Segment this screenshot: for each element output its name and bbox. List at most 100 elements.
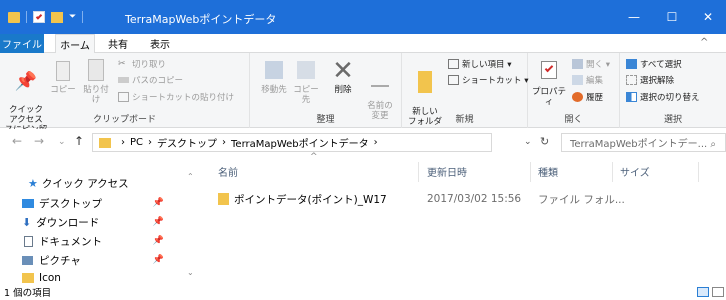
breadcrumb-pc[interactable]: PC — [130, 137, 143, 148]
tab-view[interactable]: 表示 — [142, 34, 178, 53]
select-none-icon — [626, 74, 637, 85]
select-none-label: 選択解除 — [640, 75, 675, 86]
new-item-button[interactable]: 新しい項目 ▾ — [448, 57, 511, 70]
column-divider[interactable] — [530, 162, 531, 182]
paste-icon — [88, 59, 104, 81]
details-view-icon[interactable] — [697, 287, 709, 297]
column-header-name[interactable]: 名前 — [218, 160, 414, 182]
refresh-icon[interactable]: ↻ — [540, 135, 549, 148]
column-header-type[interactable]: 種類 — [538, 160, 618, 182]
minimize-button[interactable]: — — [614, 0, 654, 34]
history-button[interactable]: 履歴 — [572, 90, 603, 103]
tab-share[interactable]: 共有 — [100, 34, 136, 53]
back-button[interactable]: ← — [12, 134, 22, 148]
copy-icon — [56, 61, 70, 81]
path-icon — [118, 76, 129, 83]
copy-to-icon — [297, 61, 315, 79]
properties-qa-icon[interactable] — [33, 11, 45, 23]
edit-button[interactable]: 編集 — [572, 73, 603, 86]
picture-icon — [22, 255, 33, 265]
column-header-date[interactable]: 更新日時 — [427, 160, 527, 182]
open-group: プロパティ 開く ▾ 編集 履歴 開く — [528, 53, 620, 128]
folder-icon — [8, 11, 20, 23]
customize-qa-icon[interactable]: ⏷ — [69, 12, 76, 22]
invert-selection-button[interactable]: 選択の切り替え — [626, 90, 700, 103]
recent-locations-button[interactable]: ⌄ — [58, 137, 66, 147]
nav-label: Icon — [39, 272, 61, 284]
nav-label: ドキュメント — [39, 235, 102, 248]
document-icon — [24, 235, 33, 247]
ribbon: 📌 クイック アクセス スにピン留め コピー 貼り付け ✂切り取り パスのコピー… — [0, 53, 726, 145]
move-to-button[interactable]: 移動先 — [258, 61, 290, 95]
copy-to-button[interactable]: コピー先 — [290, 61, 322, 105]
open-button[interactable]: 開く ▾ — [572, 57, 610, 70]
breadcrumb-separator: › — [121, 137, 125, 148]
invert-selection-label: 選択の切り替え — [640, 92, 700, 103]
nav-item-quick-access[interactable]: ★ クイック アクセス — [28, 174, 129, 192]
nav-scrollbar[interactable]: ⌃ ⌄ — [184, 156, 198, 284]
paste-button[interactable]: 貼り付け — [80, 59, 112, 105]
breadcrumb-desktop[interactable]: デスクトップ — [157, 135, 217, 150]
open-label: 開く ▾ — [586, 59, 610, 70]
invert-selection-icon — [626, 91, 637, 102]
nav-item-documents[interactable]: ドキュメント 📌 — [22, 232, 182, 250]
new-item-label: 新しい項目 ▾ — [462, 59, 512, 70]
file-type: ファイル フォル... — [538, 193, 625, 206]
easy-access-button[interactable]: ショートカット ▾ — [448, 73, 528, 86]
new-folder-icon — [418, 71, 432, 93]
open-icon — [572, 58, 583, 69]
pin-icon[interactable]: 📌 — [153, 236, 164, 246]
column-divider[interactable] — [418, 162, 419, 182]
copy-button[interactable]: コピー — [48, 59, 78, 95]
pin-icon[interactable]: 📌 — [153, 217, 164, 227]
forward-button[interactable]: → — [34, 134, 44, 148]
column-divider[interactable] — [698, 162, 699, 182]
new-folder-qa-icon[interactable] — [51, 11, 63, 23]
column-header-size[interactable]: サイズ — [620, 160, 680, 182]
large-icons-view-icon[interactable] — [712, 287, 724, 297]
copy-path-button[interactable]: パスのコピー — [118, 73, 183, 86]
properties-button[interactable]: プロパティ — [530, 61, 568, 107]
copy-to-label: コピー先 — [293, 85, 319, 105]
nav-item-downloads[interactable]: ⬇ ダウンロード 📌 — [22, 213, 182, 231]
scroll-down-icon[interactable]: ⌄ — [187, 268, 194, 277]
breadcrumb-separator: › — [148, 137, 153, 148]
delete-icon: ✕ — [332, 56, 354, 86]
folder-icon — [22, 273, 34, 283]
maximize-button[interactable]: ☐ — [652, 0, 692, 34]
tab-home[interactable]: ホーム — [55, 34, 95, 54]
shortcut-icon — [448, 74, 459, 85]
scroll-up-icon[interactable]: ⌃ — [187, 172, 194, 181]
column-divider[interactable] — [612, 162, 613, 182]
select-none-button[interactable]: 選択解除 — [626, 73, 674, 86]
pin-icon[interactable]: 📌 — [153, 255, 164, 265]
select-all-button[interactable]: すべて選択 — [626, 57, 682, 70]
rename-icon — [371, 71, 389, 87]
status-bar: 1 個の項目 — [0, 284, 726, 300]
breadcrumb-separator: › — [373, 137, 378, 148]
clipboard-group: 📌 クイック アクセス スにピン留め コピー 貼り付け ✂切り取り パスのコピー… — [0, 53, 250, 145]
delete-button[interactable]: ✕ 削除 — [328, 57, 358, 95]
table-row[interactable]: ポイントデータ(ポイント)_W17 2017/03/02 15:56 ファイル … — [218, 189, 638, 209]
pin-icon[interactable]: 📌 — [153, 198, 164, 208]
search-input[interactable]: TerraMapWebポイントデー... ⌕ — [561, 133, 726, 152]
select-group-label: 選択 — [663, 115, 682, 125]
window-title: TerraMapWebポイントデータ — [125, 13, 277, 26]
tab-file[interactable]: ファイル — [0, 34, 44, 53]
new-folder-button[interactable]: 新しい フォルダー — [408, 61, 442, 137]
address-dropdown-icon[interactable]: ⌄ — [524, 137, 532, 147]
close-button[interactable]: ✕ — [690, 0, 726, 34]
nav-item-pictures[interactable]: ピクチャ 📌 — [22, 251, 182, 269]
breadcrumb-current[interactable]: TerraMapWebポイントデータ — [231, 135, 369, 150]
up-button[interactable]: ↑ — [74, 134, 84, 148]
new-item-icon — [448, 58, 459, 69]
shortcut-label: ショートカット ▾ — [462, 75, 529, 86]
properties-label: プロパティ — [531, 87, 566, 107]
move-to-icon — [265, 61, 283, 79]
paste-shortcut-button[interactable]: ショートカットの貼り付け — [118, 90, 234, 103]
nav-item-desktop[interactable]: デスクトップ 📌 — [22, 194, 182, 212]
nav-label: デスクトップ — [39, 197, 102, 210]
address-bar[interactable]: › PC › デスクトップ › TerraMapWebポイントデータ › — [92, 133, 492, 152]
ribbon-collapse-icon[interactable]: ^ — [700, 37, 708, 48]
cut-button[interactable]: ✂ 切り取り — [118, 57, 166, 70]
